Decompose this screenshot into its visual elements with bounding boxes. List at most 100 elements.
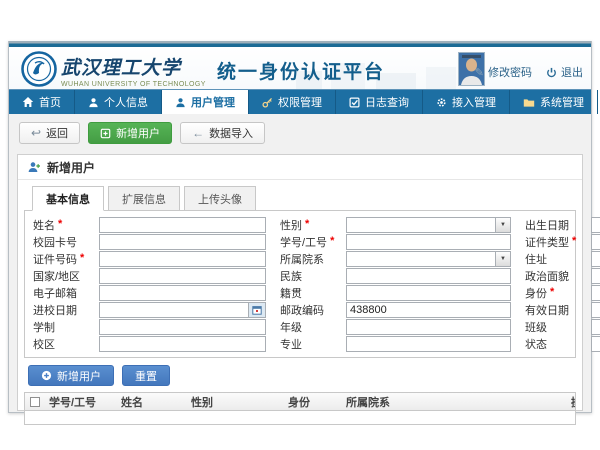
nav-label: 系统管理: [540, 94, 584, 110]
form-cell: 年级: [278, 318, 513, 335]
nav-label: 权限管理: [278, 94, 322, 110]
form-cell: 性别 ▼: [278, 216, 513, 233]
col-operations: 操作: [567, 394, 575, 410]
table-header-row: 学号/工号 姓名 性别 身份 所属院系 操作: [25, 393, 575, 411]
log-check-icon: [349, 97, 360, 108]
university-name-cn: 武汉理工大学: [61, 53, 211, 80]
tab-basic-info[interactable]: 基本信息: [32, 186, 104, 211]
add-square-icon: [100, 128, 111, 139]
form-tabs: 基本信息 扩展信息 上传头像: [24, 186, 576, 211]
country-region-input[interactable]: [100, 269, 265, 283]
tab-extended-info[interactable]: 扩展信息: [108, 186, 180, 211]
nav-item-home[interactable]: 首页: [9, 90, 75, 114]
panel-title-bar: 新增用户: [18, 155, 582, 180]
field-label: 政治面貌: [525, 268, 569, 284]
nav-label: 个人信息: [104, 94, 148, 110]
field-label: 电子邮箱: [33, 285, 77, 301]
col-identity: 身份: [284, 394, 342, 410]
form-cell: 身份: [523, 284, 600, 301]
department-select-value[interactable]: [347, 252, 495, 266]
id-type-input[interactable]: [592, 235, 600, 249]
submit-label: 新增用户: [57, 368, 101, 384]
col-gender: 性别: [187, 394, 284, 410]
valid-date-input[interactable]: [592, 303, 600, 317]
id-number-input[interactable]: [100, 252, 265, 266]
required-marker: [80, 253, 84, 264]
field-label: 邮政编码: [280, 302, 324, 318]
field-label: 籍贯: [280, 285, 302, 301]
form-cell: 班级: [523, 318, 600, 335]
header-actions: ✎ 修改密码 退出: [475, 64, 583, 80]
field-label: 性别: [280, 217, 302, 233]
form-cell: 专业: [278, 335, 513, 352]
field-label: 班级: [525, 319, 547, 335]
name-input[interactable]: [100, 218, 265, 232]
field-label: 国家/地区: [33, 268, 80, 284]
campus-input[interactable]: [100, 337, 265, 351]
submit-add-user-button[interactable]: 新增用户: [28, 365, 114, 386]
address-input[interactable]: [592, 252, 600, 266]
grade-input[interactable]: [347, 320, 510, 334]
back-arrow-icon: ↩: [31, 127, 41, 139]
form-cell: 民族: [278, 267, 513, 284]
class-input[interactable]: [592, 320, 600, 334]
form-cell: 国家/地区: [31, 267, 268, 284]
calendar-icon[interactable]: [248, 303, 265, 317]
nav-item-user-management[interactable]: 用户管理: [162, 90, 249, 114]
gender-select[interactable]: ▼: [346, 217, 511, 233]
field-label: 专业: [280, 336, 302, 352]
field-label: 校园卡号: [33, 234, 77, 250]
ethnicity-input[interactable]: [347, 269, 510, 283]
postal-code-input[interactable]: [347, 303, 510, 317]
toolbar: ↩ 返回 新增用户 ← 数据导入: [9, 114, 591, 152]
enrollment-date-input[interactable]: [100, 303, 248, 317]
user-icon: [88, 97, 99, 108]
page-title: 统一身份认证平台: [217, 57, 385, 84]
nav-item-permission-management[interactable]: 权限管理: [249, 90, 336, 114]
add-user-label: 新增用户: [116, 125, 160, 141]
nav-label: 首页: [39, 94, 61, 110]
back-button[interactable]: ↩ 返回: [19, 122, 80, 144]
reset-button[interactable]: 重置: [122, 365, 170, 386]
change-password-link[interactable]: ✎ 修改密码: [475, 64, 532, 80]
email-input[interactable]: [100, 286, 265, 300]
plus-circle-icon: [41, 370, 52, 381]
major-input[interactable]: [347, 337, 510, 351]
reset-label: 重置: [135, 368, 157, 384]
tab-upload-avatar[interactable]: 上传头像: [184, 186, 256, 211]
birth-date-input[interactable]: [592, 218, 600, 232]
empty-table-row: [25, 411, 575, 424]
nav-item-profile[interactable]: 个人信息: [75, 90, 162, 114]
logout-label: 退出: [561, 64, 583, 80]
form-cell: 校园卡号: [31, 233, 268, 250]
university-name-en: WUHAN UNIVERSITY OF TECHNOLOGY: [61, 81, 211, 88]
chevron-down-icon[interactable]: ▼: [495, 218, 510, 232]
main-nav: 首页 个人信息 用户管理 权限管理: [9, 89, 591, 114]
pencil-icon: ✎: [475, 66, 484, 79]
department-select[interactable]: ▼: [346, 251, 511, 267]
nav-label: 日志查询: [365, 94, 409, 110]
form-cell: 学制: [31, 318, 268, 335]
gender-select-value[interactable]: [347, 218, 495, 232]
status-input[interactable]: [592, 337, 600, 351]
nav-item-system-management[interactable]: 系统管理: [510, 90, 598, 114]
field-label: 证件号码: [33, 251, 77, 267]
political-status-input[interactable]: [592, 269, 600, 283]
nav-item-log-query[interactable]: 日志查询: [336, 90, 423, 114]
select-all-checkbox[interactable]: [30, 397, 40, 407]
field-label: 学制: [33, 319, 55, 335]
nav-item-access-management[interactable]: 接入管理: [423, 90, 510, 114]
power-icon: [546, 67, 557, 78]
identity-input[interactable]: [592, 286, 600, 300]
chevron-down-icon[interactable]: ▼: [495, 252, 510, 266]
schooling-length-input[interactable]: [100, 320, 265, 334]
data-import-button[interactable]: ← 数据导入: [180, 122, 265, 144]
form-cell: 政治面貌: [523, 267, 600, 284]
campus-card-input[interactable]: [100, 235, 265, 249]
logout-link[interactable]: 退出: [546, 64, 583, 80]
nav-label: 用户管理: [191, 94, 235, 110]
student-id-input[interactable]: [347, 235, 510, 249]
add-user-toolbar-button[interactable]: 新增用户: [88, 122, 172, 144]
native-place-input[interactable]: [347, 286, 510, 300]
form-cell: 证件号码: [31, 250, 268, 267]
